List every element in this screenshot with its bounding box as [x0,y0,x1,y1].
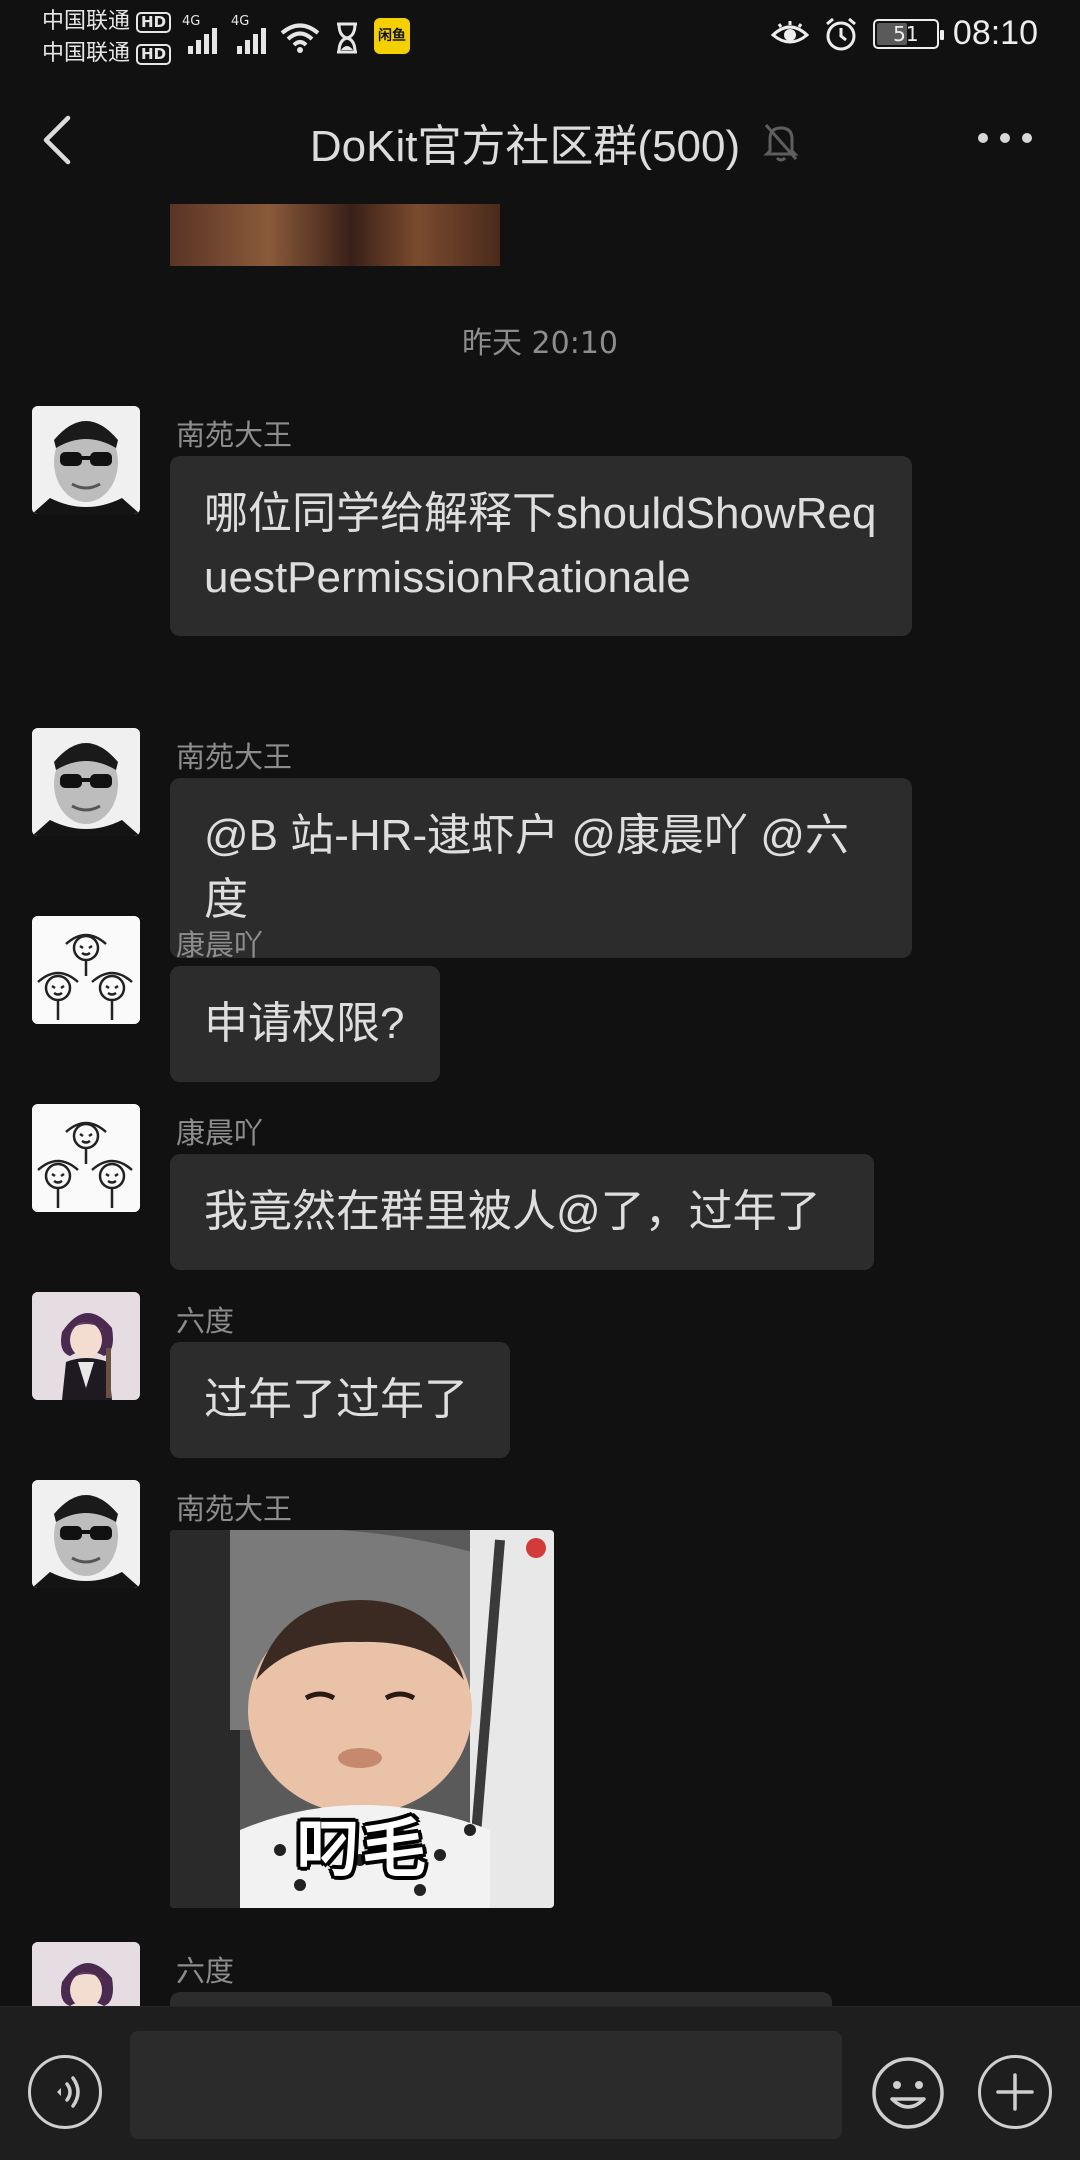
emoji-icon [872,2057,944,2129]
wifi-icon [280,23,320,53]
signal-strength-icon: 4G [182,14,217,54]
chat-title: DoKit官方社区群(500) [309,122,741,171]
message-input[interactable] [130,2031,842,2139]
avatar[interactable] [32,728,140,836]
eye-comfort-icon [770,20,809,43]
voice-button[interactable] [28,2055,102,2129]
message-bubble[interactable]: 过年了过年了 [170,1342,510,1458]
sticker-caption: 叼毛 [296,1813,428,1887]
status-time: 08:10 [952,14,1038,52]
network-type: 4G [231,14,250,29]
hd-badge: HD [136,43,172,65]
nav-bar: DoKit官方社区群(500) [0,72,1080,204]
signal-strength-icon: 4G [231,14,266,54]
more-dots-icon [1000,133,1010,143]
message-bubble[interactable]: @B 站-HR-逮虾户 @康晨吖 @六度 [170,778,912,958]
sender-name: 康晨吖 [176,928,264,962]
sticker-message[interactable]: 叼毛 [170,1530,554,1908]
emoji-button[interactable] [870,2055,946,2131]
hourglass-icon [337,22,357,54]
plus-icon [996,2073,1034,2111]
status-right: 51 08:10 [770,14,1038,53]
status-bar: 中国联通 HD 中国联通 HD 4G 4G 闲鱼 51 08:10 [0,0,1080,72]
chat-title-bar: DoKit官方社区群(500) [0,110,1080,174]
more-dots-icon [978,133,988,143]
more-dots-icon [1022,133,1032,143]
carrier-2: 中国联通 [42,41,131,66]
hd-badge: HD [136,11,172,33]
message-bubble[interactable] [170,1992,832,2006]
input-bar [0,2006,1080,2160]
alarm-icon [825,17,856,50]
signal-group: 4G 4G 闲鱼 [182,14,410,54]
message-bubble[interactable]: 我竟然在群里被人@了，过年了 [170,1154,874,1270]
sender-name: 康晨吖 [176,1116,264,1150]
app-notification-badge: 闲鱼 [374,18,410,54]
more-actions-button[interactable] [978,2055,1052,2129]
sender-name: 南苑大王 [176,1492,293,1526]
carrier-info: 中国联通 HD 中国联通 HD [42,6,172,70]
message-bubble[interactable]: 哪位同学给解释下shouldShowRequestPermissionRatio… [170,456,912,636]
more-options-button[interactable] [970,118,1040,158]
message-timestamp: 昨天 20:10 [462,326,618,361]
avatar[interactable] [32,1292,140,1400]
avatar[interactable] [32,916,140,1024]
network-type: 4G [182,14,201,29]
bell-off-icon [763,124,799,162]
image-message-partial[interactable] [170,204,500,266]
carrier-1: 中国联通 [42,9,131,34]
chat-screen: 中国联通 HD 中国联通 HD 4G 4G 闲鱼 51 08:10 DoKit官… [0,0,1080,2160]
avatar[interactable] [32,1942,140,2006]
avatar[interactable] [32,1480,140,1588]
voice-icon [57,2076,80,2108]
battery-level: 51 [893,21,919,46]
message-list[interactable]: 昨天 20:10 南苑大王 哪位同学给解释下shouldShowRequestP… [0,204,1080,2006]
message-bubble[interactable]: 申请权限? [170,966,440,1082]
sender-name: 六度 [176,1954,235,1988]
sender-name: 南苑大王 [176,740,293,774]
sender-name: 六度 [176,1304,235,1338]
battery-icon: 51 [872,18,944,49]
avatar[interactable] [32,1104,140,1212]
sender-name: 南苑大王 [176,418,293,452]
avatar[interactable] [32,406,140,514]
